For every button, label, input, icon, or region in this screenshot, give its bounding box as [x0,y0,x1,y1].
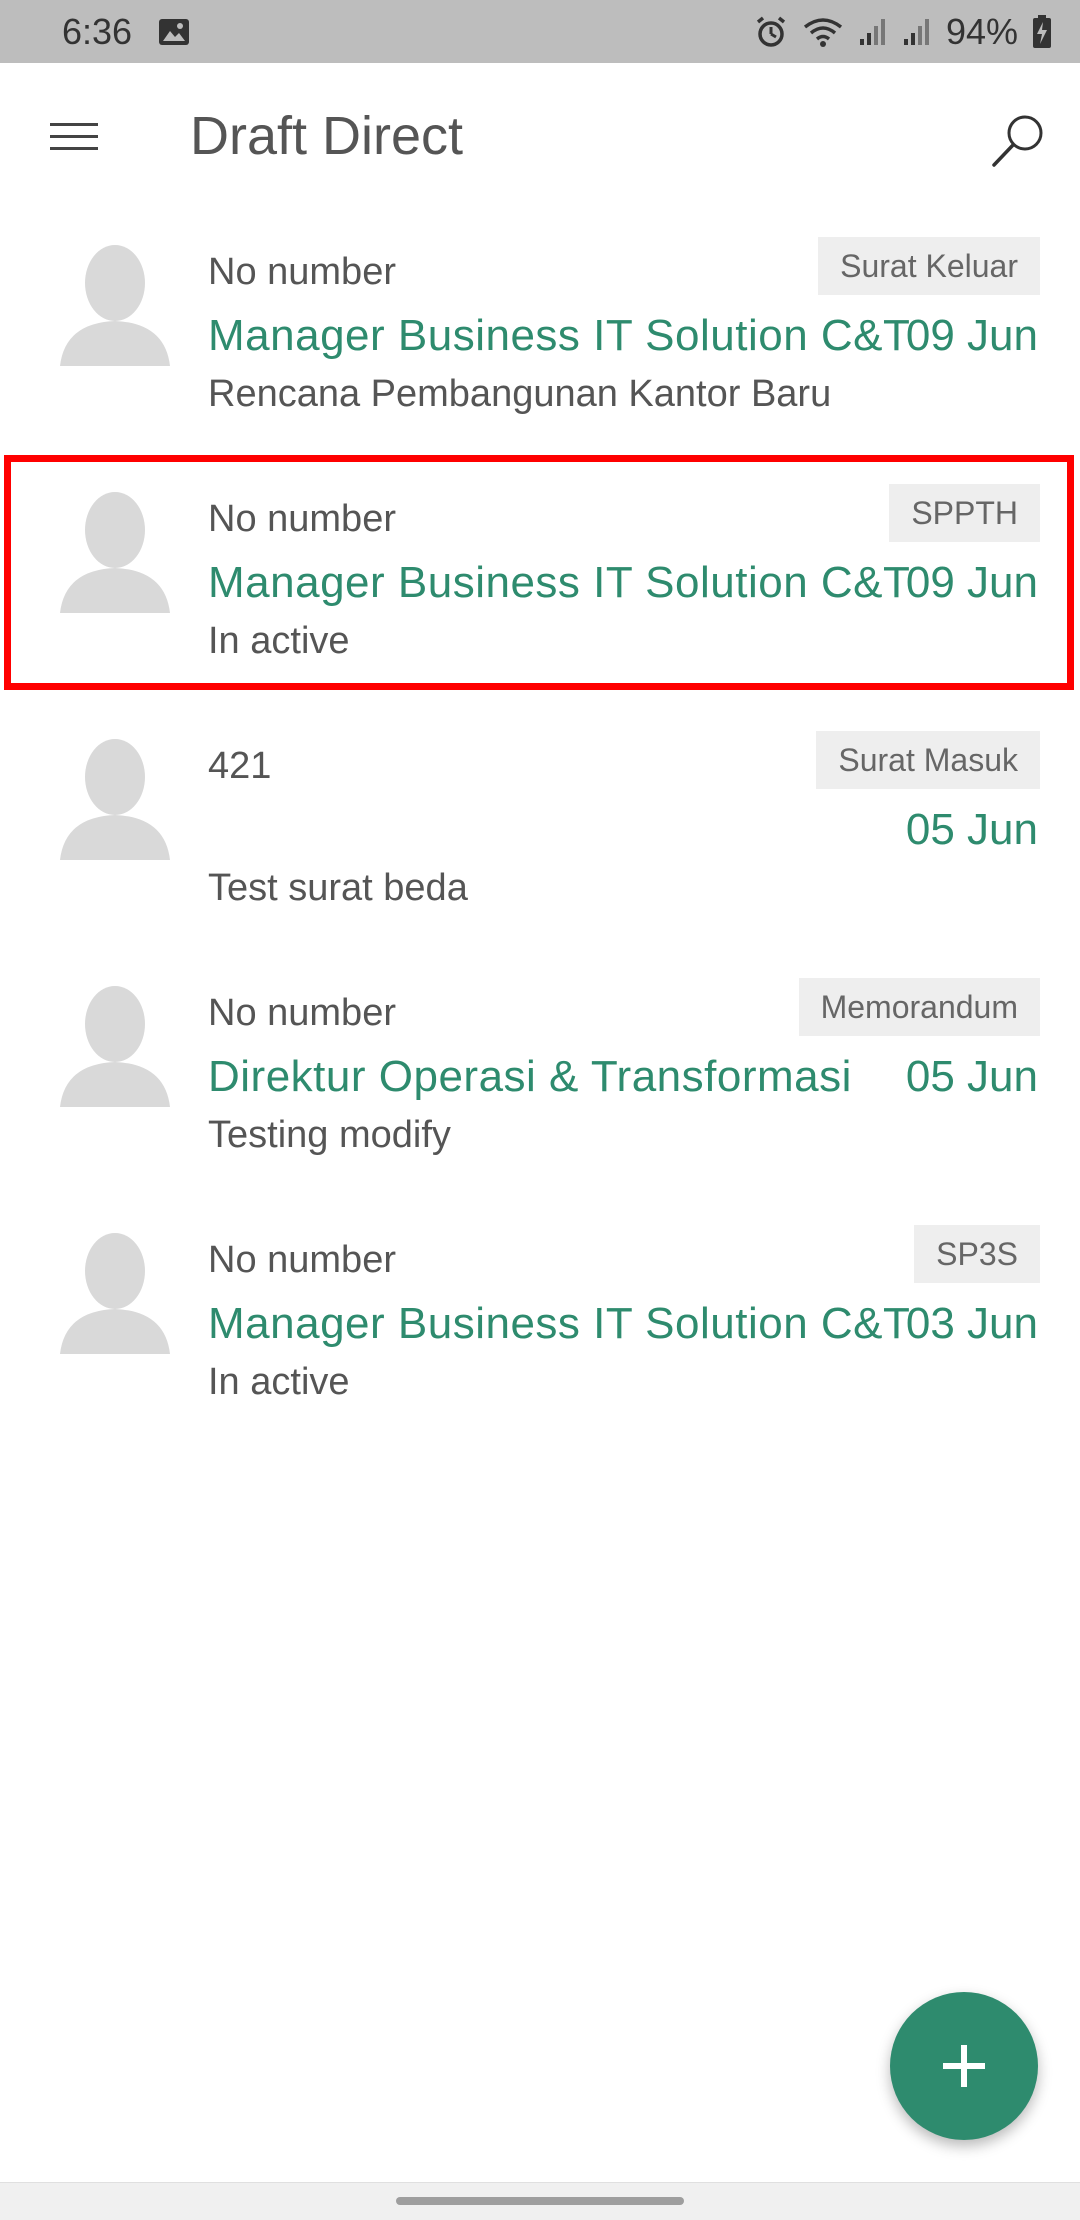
hamburger-menu-icon[interactable] [40,113,110,163]
list-item[interactable]: 421 Surat Masuk 05 Jun Test surat beda [0,707,1080,954]
status-bar: 6:36 94% [0,0,1080,63]
item-date: 05 Jun [905,805,1038,854]
add-draft-button[interactable] [890,1992,1038,2140]
image-icon [158,18,190,46]
plus-icon [943,2045,985,2087]
type-badge: SPPTH [889,484,1040,542]
page-title: Draft Direct [190,106,464,166]
list-item[interactable]: No number SP3S Manager Business IT Solut… [0,1201,1080,1448]
item-number: No number [208,251,396,293]
list-item[interactable]: No number Surat Keluar Manager Business … [0,213,1080,460]
avatar-icon [60,241,170,366]
item-number: No number [208,498,396,540]
list-item[interactable]: No number Memorandum Direktur Operasi & … [0,954,1080,1201]
signal-icon [858,17,888,47]
search-icon[interactable] [988,111,1050,173]
item-number: No number [208,992,396,1034]
status-right: 94% [754,11,1052,53]
home-gesture-handle[interactable] [396,2197,684,2205]
item-sender: Manager Business IT Solution C&T [208,311,911,360]
item-subject: In active [208,1361,350,1403]
type-badge: Memorandum [798,978,1040,1036]
item-date: 03 Jun [905,1299,1038,1348]
draft-list: No number Surat Keluar Manager Business … [0,213,1080,1448]
signal-icon [902,17,932,47]
status-time: 6:36 [62,10,133,52]
alarm-icon [754,15,788,49]
system-nav-bar [0,2182,1080,2220]
item-date: 09 Jun [905,311,1038,360]
avatar-icon [60,735,170,860]
item-sender: Direktur Operasi & Transformasi [208,1052,852,1101]
avatar-icon [60,982,170,1107]
item-number: 421 [208,745,272,787]
type-badge: Surat Masuk [816,731,1040,789]
item-subject: Test surat beda [208,867,468,909]
list-item[interactable]: No number SPPTH Manager Business IT Solu… [0,460,1080,707]
item-subject: Testing modify [208,1114,451,1156]
item-date: 05 Jun [905,1052,1038,1101]
battery-percent: 94% [945,10,1018,52]
item-date: 09 Jun [905,558,1038,607]
item-subject: In active [208,620,350,662]
type-badge: Surat Keluar [818,237,1040,295]
battery-charging-icon [1032,14,1052,49]
app-bar: Draft Direct [0,63,1080,213]
wifi-icon [802,15,844,49]
item-subject: Rencana Pembangunan Kantor Baru [208,373,832,415]
item-sender: Manager Business IT Solution C&T [208,558,911,607]
type-badge: SP3S [914,1225,1040,1283]
item-sender: Manager Business IT Solution C&T [208,1299,911,1348]
avatar-icon [60,488,170,613]
item-number: No number [208,1239,396,1281]
status-left: 6:36 [62,11,190,53]
avatar-icon [60,1229,170,1354]
